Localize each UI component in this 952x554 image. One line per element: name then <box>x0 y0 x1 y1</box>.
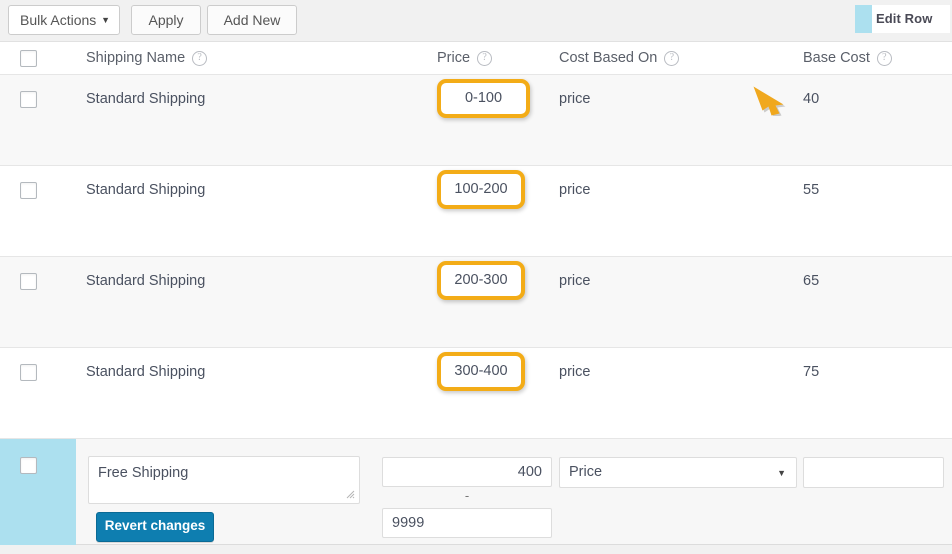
row-select-cell <box>20 182 37 204</box>
price-highlight-box[interactable]: 0-100 <box>437 79 530 118</box>
table-row: Standard Shipping 100-200 price 55 <box>0 166 952 257</box>
column-header-shipping-name: Shipping Name? <box>86 42 208 75</box>
price-highlight-box[interactable]: 200-300 <box>437 261 525 300</box>
chevron-down-icon: ▼ <box>777 468 786 478</box>
bulk-actions-label: Bulk Actions <box>20 12 97 28</box>
price-highlight-box[interactable]: 100-200 <box>437 170 525 209</box>
cell-cost-based-on: price <box>559 348 590 382</box>
row-select-checkbox[interactable] <box>20 91 37 108</box>
column-header-cost-based-on: Cost Based On? <box>559 42 680 75</box>
table-row: Standard Shipping 300-400 price 75 <box>0 348 952 439</box>
price-value: 300-400 <box>454 363 508 379</box>
select-all-checkbox[interactable] <box>20 50 37 67</box>
revert-changes-button[interactable]: Revert changes <box>96 512 214 542</box>
shipping-name-value: Standard Shipping <box>86 91 206 107</box>
cell-shipping-name: Standard Shipping <box>86 166 205 200</box>
help-icon[interactable]: ? <box>477 51 493 66</box>
cell-cost-based-on: price <box>559 75 590 109</box>
cell-shipping-name: Standard Shipping <box>86 257 205 291</box>
column-header-base-cost: Base Cost? <box>803 42 892 75</box>
cell-base-cost: 55 <box>803 166 819 200</box>
table-row: Standard Shipping 0-100 price 40 <box>0 75 952 166</box>
cell-base-cost: 40 <box>803 75 819 109</box>
table-toolbar: Bulk Actions ▼ Apply Add New Edit Row <box>0 0 952 41</box>
chevron-down-icon: ▼ <box>101 15 110 25</box>
add-new-button[interactable]: Add New <box>207 5 297 35</box>
select-all-cell <box>20 50 37 72</box>
price-min-input[interactable] <box>382 508 552 538</box>
edit-row-tab-label: Edit Row <box>876 11 933 26</box>
shipping-name-value: Standard Shipping <box>86 182 206 198</box>
edit-row-select-cell <box>0 439 76 545</box>
apply-button[interactable]: Apply <box>131 5 201 35</box>
cost-based-on-value: price <box>559 91 591 107</box>
base-cost-input[interactable] <box>803 457 944 488</box>
shipping-name-input[interactable] <box>88 456 360 504</box>
cost-based-on-value: price <box>559 273 591 289</box>
help-icon[interactable]: ? <box>192 51 208 66</box>
edit-row-tab[interactable]: Edit Row <box>855 5 950 33</box>
table-body: Standard Shipping 0-100 price 40 Standard Sh… <box>0 75 952 439</box>
edit-row-checkbox[interactable] <box>20 457 37 474</box>
column-header-price: Price? <box>437 42 493 75</box>
price-value: 200-300 <box>454 272 508 288</box>
help-icon[interactable]: ? <box>876 51 892 66</box>
row-select-cell <box>20 91 37 113</box>
page-bottom-strip <box>0 548 952 554</box>
column-header-price-label: Price <box>437 50 471 66</box>
table-row: Standard Shipping 200-300 price 65 <box>0 257 952 348</box>
shipping-name-value: Standard Shipping <box>86 273 206 289</box>
cost-based-on-select[interactable]: Price ▼ <box>559 457 797 488</box>
base-cost-value: 75 <box>803 364 820 380</box>
cost-based-on-value: price <box>559 182 591 198</box>
table-header-row: Shipping Name? Price? Cost Based On? Bas… <box>0 42 952 75</box>
cell-cost-based-on: price <box>559 257 590 291</box>
price-highlight-box[interactable]: 300-400 <box>437 352 525 391</box>
cell-shipping-name: Standard Shipping <box>86 348 205 382</box>
price-range-separator: - <box>464 488 470 503</box>
column-header-shipping-name-label: Shipping Name <box>86 50 186 66</box>
base-cost-value: 65 <box>803 273 820 289</box>
cell-base-cost: 65 <box>803 257 819 291</box>
cell-shipping-name: Standard Shipping <box>86 75 205 109</box>
cell-base-cost: 75 <box>803 348 819 382</box>
help-icon[interactable]: ? <box>664 51 680 66</box>
cell-cost-based-on: price <box>559 166 590 200</box>
row-select-checkbox[interactable] <box>20 364 37 381</box>
bulk-actions-select[interactable]: Bulk Actions ▼ <box>8 5 120 35</box>
shipping-name-value: Standard Shipping <box>86 364 206 380</box>
price-value: 0-100 <box>464 90 503 106</box>
base-cost-value: 40 <box>803 91 820 107</box>
column-header-base-cost-label: Base Cost <box>803 50 870 66</box>
edit-row-color-swatch <box>855 5 872 33</box>
base-cost-value: 55 <box>803 182 820 198</box>
row-select-cell <box>20 364 37 386</box>
cost-based-on-value: price <box>559 364 591 380</box>
cost-based-on-value: Price <box>569 464 603 480</box>
shipping-rates-admin-screen: Bulk Actions ▼ Apply Add New Edit Row Sh… <box>0 0 952 554</box>
price-value: 100-200 <box>454 181 508 197</box>
row-select-cell <box>20 273 37 295</box>
row-select-checkbox[interactable] <box>20 182 37 199</box>
column-header-cost-based-on-label: Cost Based On <box>559 50 658 66</box>
row-select-checkbox[interactable] <box>20 273 37 290</box>
price-max-input[interactable] <box>382 457 552 487</box>
